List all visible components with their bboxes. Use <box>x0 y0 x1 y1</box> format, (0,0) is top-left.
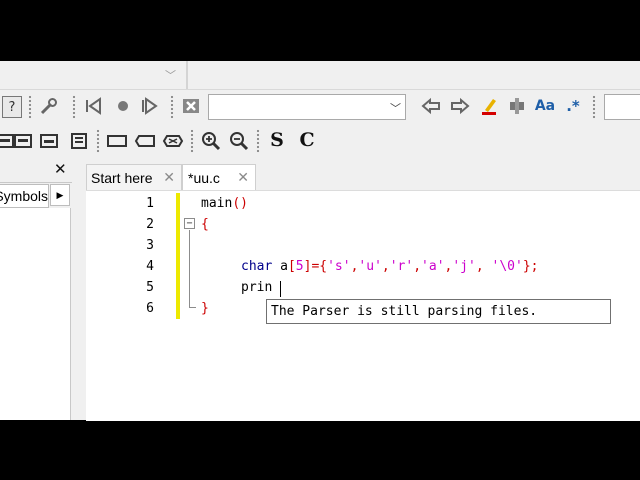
tab-uu-c[interactable]: *uu.c ✕ <box>182 164 256 190</box>
parser-tooltip: The Parser is still parsing files. <box>266 299 611 324</box>
symbols-panel: ✕ Symbols ▶ <box>0 158 78 420</box>
rect-icon-3[interactable] <box>162 130 184 152</box>
toolbar-separator <box>186 61 188 89</box>
zoom-out-icon[interactable] <box>228 130 250 152</box>
code-line-5: prin <box>241 280 272 295</box>
rect-icon-2[interactable] <box>134 130 156 152</box>
block-icon-3[interactable] <box>38 130 60 152</box>
comma: , <box>475 259 492 274</box>
top-menu-strip: ﹀ <box>0 61 640 90</box>
toolbar-row-2: S C <box>0 124 640 159</box>
tab-label: Start here <box>91 170 153 186</box>
line-number: 2 <box>146 217 154 232</box>
parens: () <box>232 196 248 211</box>
wrench-icon[interactable] <box>38 95 60 117</box>
keyword-char: char <box>241 259 273 274</box>
stop-icon[interactable] <box>180 95 202 117</box>
fold-end <box>189 307 196 308</box>
toolbar-grip[interactable] <box>170 95 174 119</box>
toolbar-grip[interactable] <box>28 95 32 119</box>
line-number: 6 <box>146 301 154 316</box>
panel-divider <box>0 182 72 183</box>
tab-scroll-right-icon[interactable]: ▶ <box>50 184 70 206</box>
chevron-down-icon[interactable]: ﹀ <box>390 100 401 116</box>
close-icon[interactable]: ✕ <box>54 160 67 178</box>
char-literal: 'j' <box>452 259 476 274</box>
bookmark-dot-icon[interactable] <box>112 95 134 117</box>
toolbar-grip[interactable] <box>72 95 76 119</box>
char-literal: '\0' <box>491 259 523 274</box>
back-arrow-icon[interactable] <box>420 95 442 117</box>
toolbar-row-1: ? ﹀ Aa .* <box>0 90 640 124</box>
typed-text: prin <box>241 280 273 295</box>
tab-symbols[interactable]: Symbols <box>0 184 49 208</box>
zoom-in-icon[interactable] <box>200 130 222 152</box>
next-bookmark-icon[interactable] <box>138 95 160 117</box>
var-name: a <box>272 259 288 274</box>
close-icon[interactable]: ✕ <box>237 165 249 191</box>
chevron-down-icon[interactable]: ﹀ <box>165 67 176 83</box>
match-case-icon[interactable]: Aa <box>532 95 558 117</box>
help-icon[interactable]: ? <box>2 96 22 118</box>
function-name: main <box>201 196 233 211</box>
highlight-pen-icon[interactable] <box>478 95 500 117</box>
close-brace-semicolon: }; <box>522 259 539 274</box>
block-icon-4[interactable] <box>68 130 90 152</box>
char-literal: 's' <box>327 259 351 274</box>
char-literal: 'r' <box>389 259 414 274</box>
toolbar-grip[interactable] <box>96 129 100 153</box>
line-number: 5 <box>146 280 154 295</box>
forward-arrow-icon[interactable] <box>449 95 471 117</box>
char-literal: 'a' <box>421 259 445 274</box>
tab-symbols-label: Symbols <box>0 188 48 204</box>
regex-icon[interactable]: .* <box>562 95 584 117</box>
s-icon[interactable]: S <box>266 129 288 151</box>
second-combo[interactable] <box>604 94 640 120</box>
close-icon[interactable]: ✕ <box>163 165 175 191</box>
open-brace: { <box>201 217 209 232</box>
symbols-tree[interactable] <box>0 208 71 420</box>
block-icon-2[interactable] <box>12 130 34 152</box>
search-combo[interactable]: ﹀ <box>208 94 406 120</box>
change-marker-bar <box>176 193 180 319</box>
toolbar-tool-icon[interactable] <box>506 95 528 117</box>
code-line-4: char a[5]={'s','u','r','a','j', '\0'}; <box>241 259 538 274</box>
c-icon[interactable]: C <box>296 129 318 151</box>
comma: , <box>381 259 390 274</box>
code-line-2: { <box>201 217 209 232</box>
char-literal: 'u' <box>358 259 382 274</box>
bracket: [ <box>287 259 296 274</box>
close-brace: } <box>201 301 209 316</box>
tab-label: *uu.c <box>188 170 220 186</box>
bracket: ]={ <box>303 259 328 274</box>
number: 5 <box>295 259 304 274</box>
rect-icon-1[interactable] <box>106 130 128 152</box>
toolbar-grip[interactable] <box>256 129 260 153</box>
tab-start-here[interactable]: Start here ✕ <box>86 164 182 190</box>
comma: , <box>413 259 422 274</box>
fold-line <box>189 230 190 308</box>
text-caret <box>280 281 281 297</box>
toolbar-grip[interactable] <box>190 129 194 153</box>
toolbar-grip[interactable] <box>592 95 596 119</box>
code-line-1: main() <box>201 196 248 211</box>
line-number: 4 <box>146 259 154 274</box>
code-line-6: } <box>201 301 209 316</box>
fold-minus-icon[interactable]: − <box>184 218 195 229</box>
line-number: 3 <box>146 238 154 253</box>
line-number: 1 <box>146 196 154 211</box>
prev-bookmark-icon[interactable] <box>82 95 104 117</box>
line-number-gutter: 1 2 3 4 5 6 <box>86 191 176 421</box>
